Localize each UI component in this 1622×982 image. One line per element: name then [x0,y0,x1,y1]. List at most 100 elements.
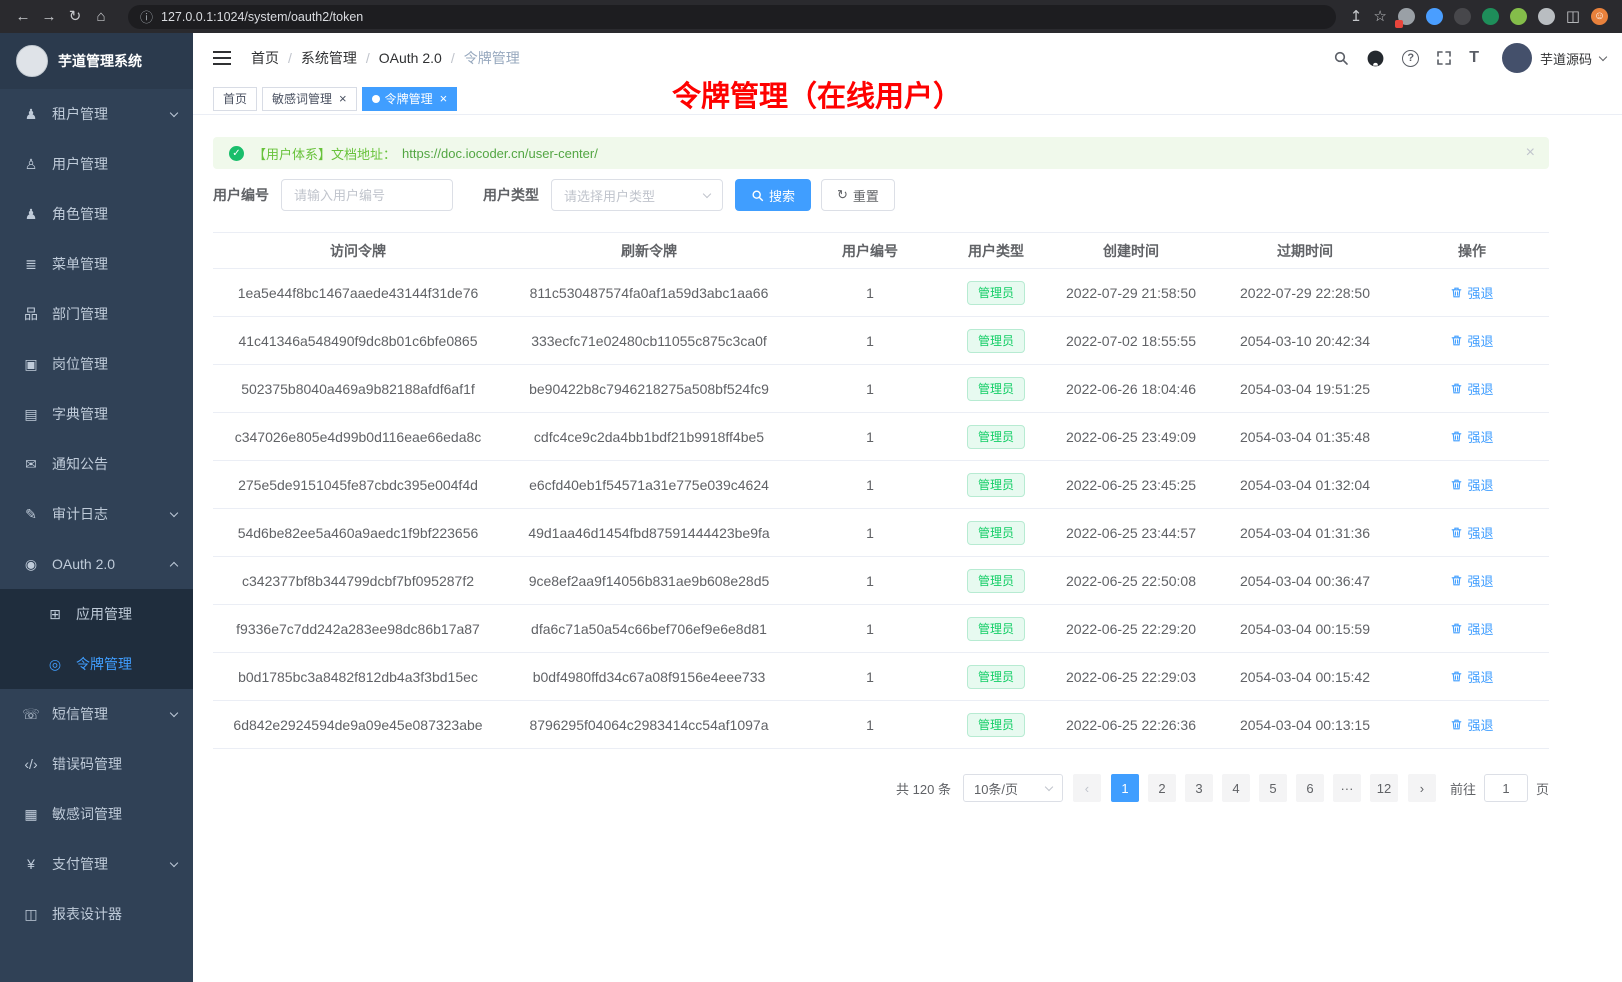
help-icon[interactable]: ? [1402,50,1419,67]
goto-page-input[interactable] [1484,774,1528,802]
address-bar[interactable]: ⓘ 127.0.0.1:1024/system/oauth2/token [128,5,1336,29]
search-button-label: 搜索 [769,186,795,205]
site-info-icon[interactable]: ⓘ [140,7,153,26]
forward-icon[interactable]: → [36,0,62,33]
user-type-badge: 管理员 [967,617,1025,641]
goto-unit: 页 [1536,779,1549,798]
doc-link[interactable]: https://doc.iocoder.cn/user-center/ [402,146,598,161]
sidebar-item-post[interactable]: ▣岗位管理 [0,339,193,389]
search-button[interactable]: 搜索 [735,179,811,211]
extension-icon-green[interactable] [1482,8,1499,25]
navbar-tools: ? T 芋道源码 [1333,43,1622,73]
sidebar-item-oauth2-client[interactable]: ⊞应用管理 [0,589,193,639]
sidebar-collapse-icon[interactable] [213,51,231,65]
search-icon[interactable] [1333,50,1349,66]
bookmark-star-icon[interactable]: ☆ [1373,9,1386,24]
sidebar-item-sensitive-word[interactable]: ▦敏感词管理 [0,789,193,839]
user-type-select[interactable]: 请选择用户类型 [551,179,723,211]
doc-alert: ✓ 【用户体系】文档地址： https://doc.iocoder.cn/use… [213,137,1549,169]
extension-icon-blue[interactable] [1426,8,1443,25]
force-logout-button[interactable]: 强退 [1450,283,1493,302]
column-header: 操作 [1395,233,1549,269]
sidebar-item-audit-log[interactable]: ✎ 审计日志 [0,489,193,539]
sidebar-item-oauth2-token[interactable]: ◎令牌管理 [0,639,193,689]
breadcrumb-item[interactable]: 首页 [251,48,279,68]
user-id-cell: 1 [795,365,945,413]
page-size-select[interactable]: 10条/页 [963,774,1063,802]
table-row: 6d842e2924594de9a09e45e087323abe8796295f… [213,701,1549,749]
extension-icon-lime[interactable] [1510,8,1527,25]
close-icon[interactable]: × [339,92,347,105]
sidebar-item-label: 审计日志 [52,504,108,524]
action-cell: 强退 [1395,605,1549,653]
error-code-icon: ‹/› [20,756,42,772]
access-token-cell: c347026e805e4d99b0d116eae66eda8c [213,413,503,461]
sidebar-item-menu[interactable]: ≣菜单管理 [0,239,193,289]
user-id-cell: 1 [795,701,945,749]
extension-icon-paw[interactable] [1538,8,1555,25]
tab-home[interactable]: 首页 [213,87,257,111]
action-cell: 强退 [1395,557,1549,605]
page-button-1[interactable]: 1 [1111,774,1139,802]
force-logout-button[interactable]: 强退 [1450,427,1493,446]
page-button-12[interactable]: 12 [1370,774,1398,802]
tab-sensitive-word[interactable]: 敏感词管理× [262,87,357,111]
close-icon[interactable]: × [1526,145,1535,161]
extension-icon-gray-badged[interactable] [1398,8,1415,25]
reset-button[interactable]: ↻ 重置 [821,179,895,211]
sidebar-item-role[interactable]: ♟角色管理 [0,189,193,239]
page-button-2[interactable]: 2 [1148,774,1176,802]
next-page-button[interactable]: › [1408,774,1436,802]
force-logout-button[interactable]: 强退 [1450,379,1493,398]
close-icon[interactable]: × [440,92,448,105]
force-logout-button[interactable]: 强退 [1450,619,1493,638]
force-logout-button[interactable]: 强退 [1450,523,1493,542]
page-button-6[interactable]: 6 [1296,774,1324,802]
tab-oauth2-token[interactable]: 令牌管理× [362,87,458,111]
sidebar-item-pay[interactable]: ¥支付管理 [0,839,193,889]
breadcrumb-item[interactable]: 系统管理 [301,48,357,68]
app-logo[interactable]: 芋道管理系统 [0,33,193,89]
user-type-cell: 管理员 [945,509,1047,557]
sidebar-item-dict[interactable]: ▤字典管理 [0,389,193,439]
pager-more-icon[interactable]: ··· [1333,774,1361,802]
create-time-cell: 2022-07-29 21:58:50 [1047,269,1215,317]
profile-avatar-icon[interactable]: ☺ [1591,8,1608,25]
page-button-3[interactable]: 3 [1185,774,1213,802]
home-icon[interactable]: ⌂ [88,0,114,33]
sidebar-item-error-code[interactable]: ‹/›错误码管理 [0,739,193,789]
fullscreen-icon[interactable] [1436,50,1452,66]
force-logout-button[interactable]: 强退 [1450,667,1493,686]
breadcrumb-item[interactable]: OAuth 2.0 [379,50,442,66]
sidebar-panel-icon[interactable]: ◫ [1566,9,1580,24]
github-icon[interactable] [1366,49,1385,68]
prev-page-button[interactable]: ‹ [1073,774,1101,802]
breadcrumb-separator: / [366,50,370,66]
user-id-input[interactable] [281,179,453,211]
sidebar-item-report[interactable]: ◫报表设计器 [0,889,193,939]
force-logout-button[interactable]: 强退 [1450,715,1493,734]
reload-icon[interactable]: ↻ [62,0,88,33]
sidebar-item-dept[interactable]: 品部门管理 [0,289,193,339]
force-logout-button[interactable]: 强退 [1450,331,1493,350]
expire-time-cell: 2054-03-04 19:51:25 [1215,365,1395,413]
log-icon: ✎ [20,506,42,523]
page-button-5[interactable]: 5 [1259,774,1287,802]
share-icon[interactable]: ↥ [1350,9,1363,24]
chevron-down-icon [703,190,711,198]
sidebar-item-tenant[interactable]: ♟租户管理 [0,89,193,139]
user-type-cell: 管理员 [945,461,1047,509]
sidebar-item-user[interactable]: ♙用户管理 [0,139,193,189]
access-token-cell: c342377bf8b344799dcbf7bf095287f2 [213,557,503,605]
sidebar-item-sms[interactable]: ☏短信管理 [0,689,193,739]
force-logout-button[interactable]: 强退 [1450,571,1493,590]
font-size-icon[interactable]: T [1469,49,1479,67]
sidebar-item-notice[interactable]: ✉通知公告 [0,439,193,489]
back-icon[interactable]: ← [10,0,36,33]
sidebar-item-oauth2[interactable]: ◉OAuth 2.0 [0,539,193,589]
user-type-cell: 管理员 [945,317,1047,365]
force-logout-button[interactable]: 强退 [1450,475,1493,494]
page-button-4[interactable]: 4 [1222,774,1250,802]
user-menu[interactable]: 芋道源码 [1502,43,1606,73]
extension-icon-dark[interactable] [1454,8,1471,25]
